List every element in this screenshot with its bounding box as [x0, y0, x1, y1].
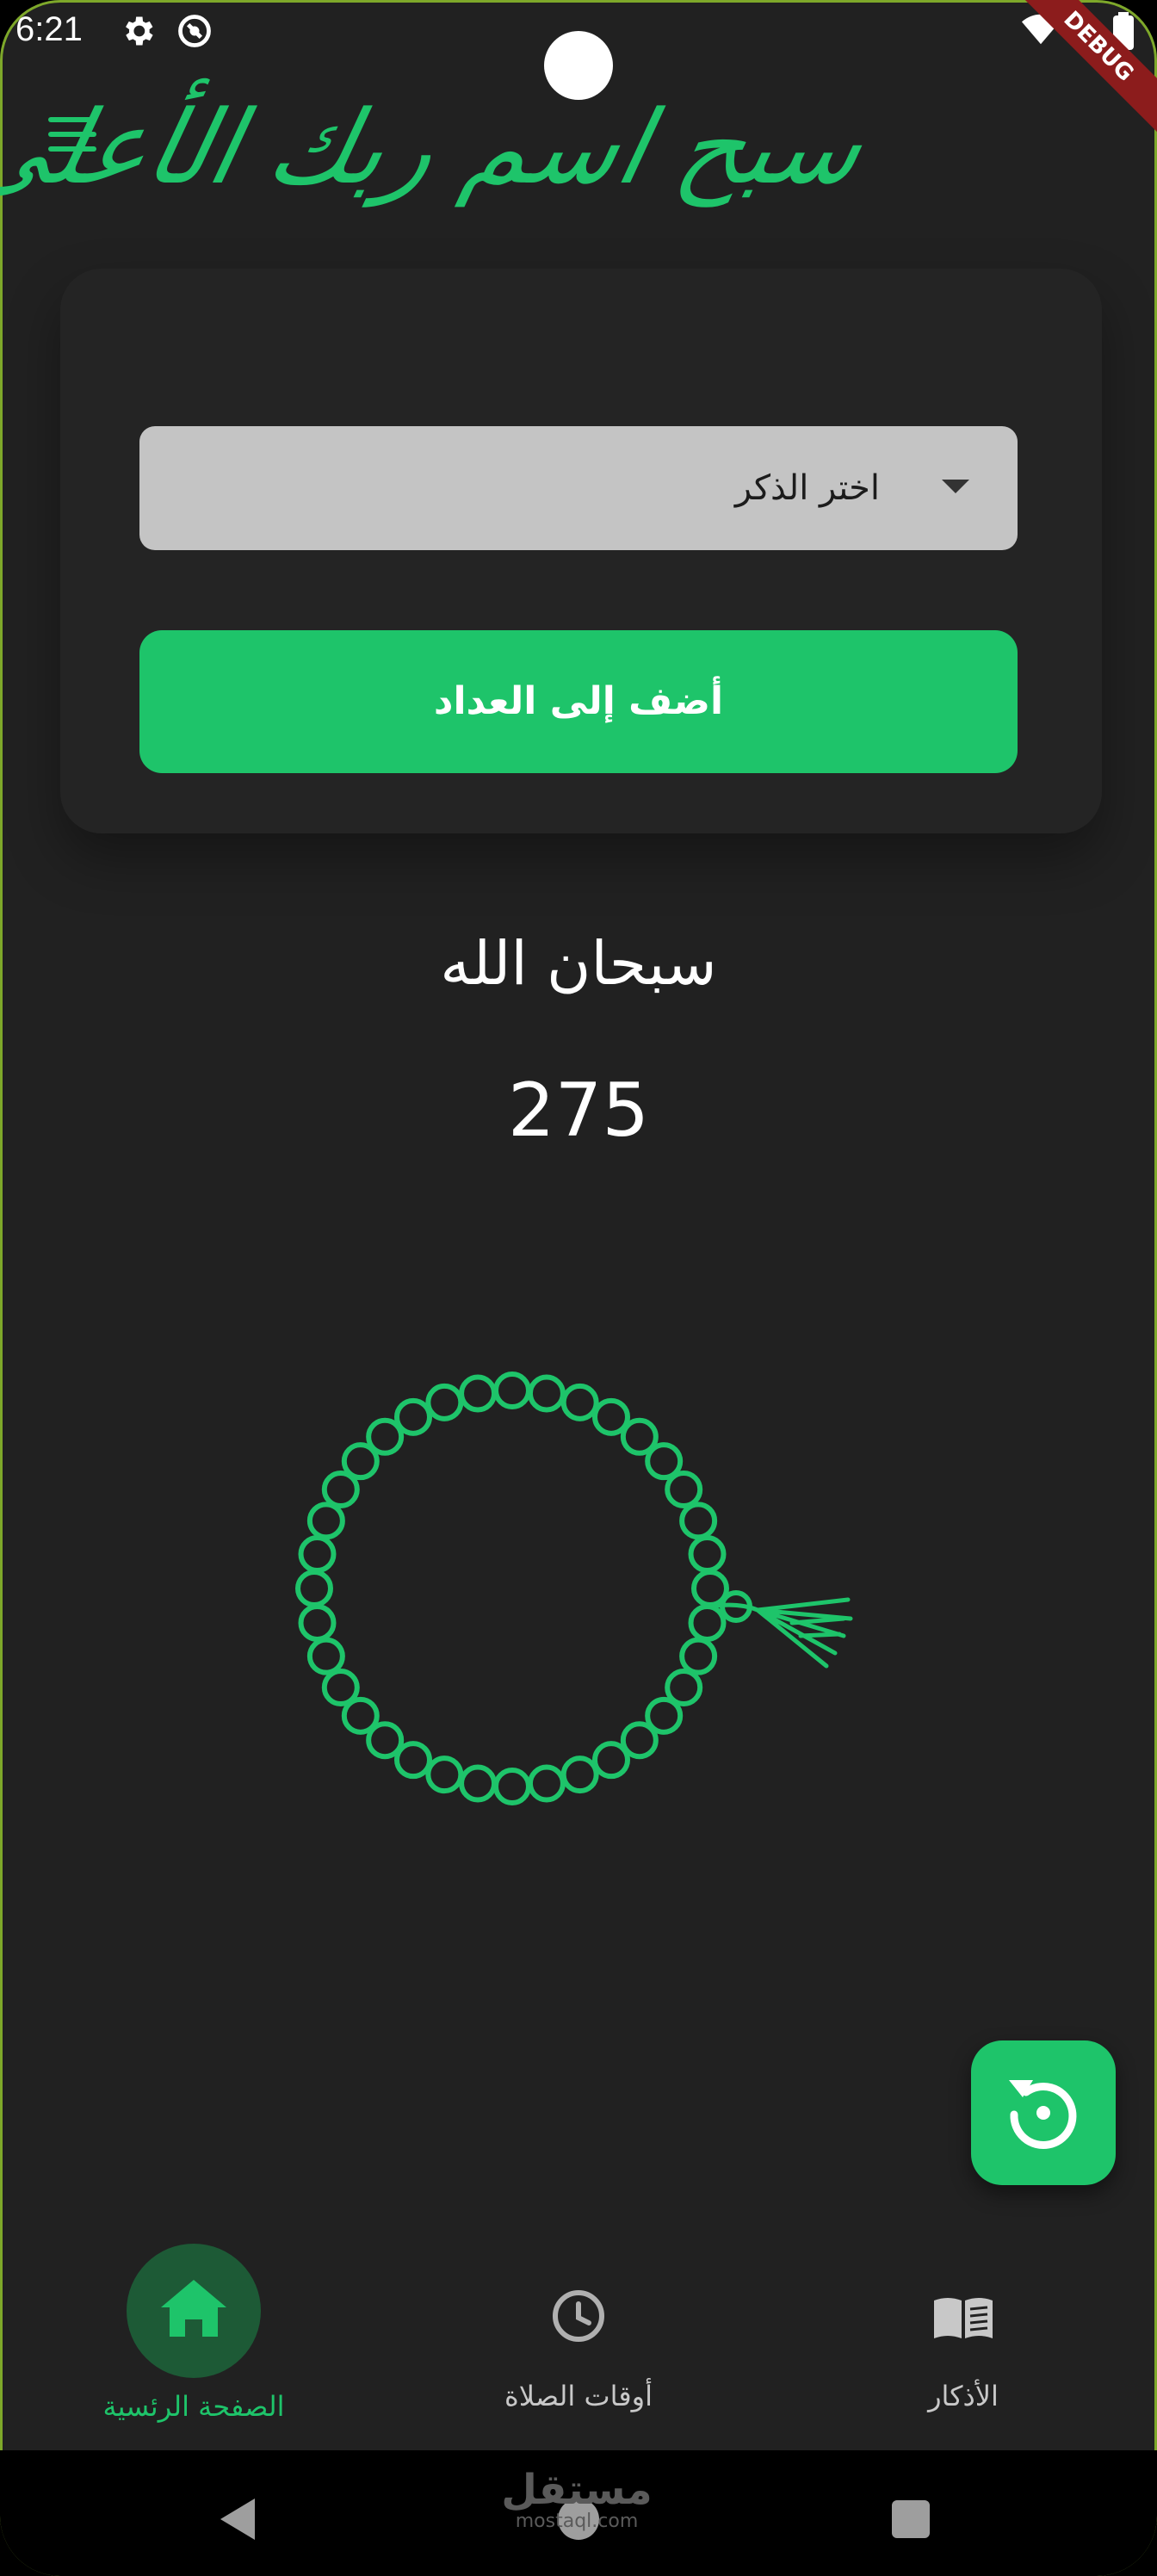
bead: [493, 1768, 531, 1805]
nav-label-home: الصفحة الرئسية: [102, 2390, 285, 2423]
bead: [688, 1603, 727, 1642]
watermark-arabic: مستقل: [501, 2466, 653, 2514]
status-bar: 6:21 DEBUG: [0, 0, 1157, 139]
bead: [306, 1502, 345, 1540]
bead: [560, 1383, 599, 1421]
back-icon[interactable]: [220, 2499, 255, 2540]
recents-icon[interactable]: [892, 2500, 930, 2538]
dhikr-dropdown[interactable]: اختر الذكر: [139, 426, 1018, 550]
watermark-latin: mostaql.com: [515, 2511, 639, 2532]
bead: [688, 1535, 727, 1574]
reset-icon: [1009, 2080, 1077, 2149]
bead: [306, 1637, 345, 1675]
bead: [459, 1374, 498, 1413]
do-not-disturb-icon: [178, 15, 211, 47]
caret-down-icon: [942, 480, 969, 493]
nav-item-adhkar[interactable]: الأذكار: [821, 2239, 1105, 2445]
logo-calligraphy: سبح اسم ربك الأعلى: [0, 88, 874, 207]
current-dhikr-name: سبحان الله: [440, 928, 717, 999]
nav-label-prayer-times: أوقات الصلاة: [504, 2380, 653, 2412]
book-icon: [934, 2298, 993, 2338]
bead: [493, 1372, 531, 1409]
nav-icon-wrap: [896, 2244, 1030, 2378]
dhikr-selector-card: اختر الذكر أضف إلى العداد: [60, 269, 1102, 833]
settings-icon: [126, 16, 153, 46]
bead: [425, 1383, 464, 1421]
bead: [459, 1764, 498, 1803]
clock-icon: [553, 2290, 604, 2342]
dhikr-count: 275: [507, 1068, 650, 1154]
status-time: 6:21: [15, 10, 83, 48]
bead: [298, 1535, 337, 1574]
bead: [679, 1637, 718, 1675]
bead: [665, 1471, 703, 1508]
bead: [527, 1374, 566, 1413]
nav-label-adhkar: الأذكار: [928, 2380, 999, 2412]
bead: [394, 1397, 432, 1436]
nav-icon-wrap: [511, 2244, 646, 2378]
bead: [527, 1764, 566, 1803]
add-to-counter-button[interactable]: أضف إلى العداد: [139, 630, 1018, 773]
nav-active-indicator: [127, 2244, 261, 2378]
bead: [679, 1502, 718, 1540]
bead: [425, 1756, 464, 1794]
reset-counter-button[interactable]: [971, 2040, 1116, 2185]
dropdown-label: اختر الذكر: [734, 468, 880, 508]
tassel: [714, 1597, 853, 1669]
bead: [592, 1741, 630, 1780]
bead: [321, 1669, 360, 1706]
nav-item-prayer-times[interactable]: أوقات الصلاة: [436, 2239, 721, 2445]
nav-item-home[interactable]: الصفحة الرئسية: [52, 2239, 336, 2445]
home-icon: [161, 2280, 226, 2337]
bead: [295, 1570, 333, 1607]
bead: [560, 1756, 599, 1794]
prayer-beads-tap-area[interactable]: [275, 1360, 878, 1825]
bead: [298, 1603, 337, 1642]
system-navigation-bar: مستقل mostaql.com: [0, 2450, 1157, 2576]
watermark: مستقل mostaql.com: [482, 2468, 671, 2531]
app-logo: سبح اسم ربك الأعلى: [0, 83, 874, 212]
phone-screen: 6:21 DEBUG سبح اسم ربك الأعلى اختر الذكر: [0, 0, 1157, 2576]
